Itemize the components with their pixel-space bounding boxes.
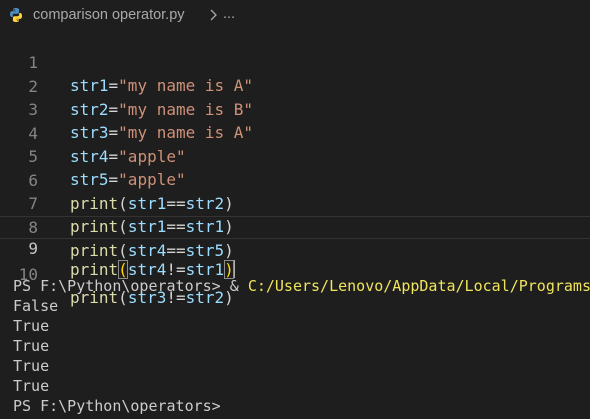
terminal-prompt: PS F:\Python\operators> <box>13 397 230 415</box>
code-line[interactable]: 8 print(str4==str5) <box>0 193 590 260</box>
terminal-output: True <box>13 337 50 355</box>
code-line[interactable]: 10 print(str3!=str2) <box>0 240 590 307</box>
terminal-output: True <box>13 357 50 375</box>
code-line[interactable]: 6 print(str1==str2) <box>0 146 590 213</box>
breadcrumb-file[interactable]: comparison operator.py <box>33 7 185 23</box>
code-line[interactable]: 4 str4="apple" <box>0 99 590 166</box>
code-line[interactable]: 1 str1="my name is A" <box>0 28 590 95</box>
terminal-output: False <box>13 297 59 315</box>
breadcrumb-more[interactable]: ... <box>223 6 235 22</box>
terminal-output: True <box>13 317 50 335</box>
code-line-current[interactable]: 9 print(str4!=str1) <box>0 216 590 279</box>
breadcrumb[interactable]: comparison operator.py ... <box>0 0 590 30</box>
terminal-output: True <box>13 377 50 395</box>
code-line[interactable]: 3 str3="my name is A" <box>0 75 590 142</box>
code-line[interactable]: 2 str2="my name is B" <box>0 52 590 119</box>
terminal-command-line: PS F:\Python\operators> & C:/Users/Lenov… <box>13 277 590 295</box>
command-path: C:/Users/Lenovo/AppData/Local/Programs <box>247 277 590 295</box>
python-file-icon <box>10 8 22 22</box>
code-line[interactable]: 5 str5="apple" <box>0 122 590 189</box>
code-line[interactable]: 7 print(str1==str1) <box>0 169 590 236</box>
chevron-right-icon <box>210 9 217 21</box>
terminal-panel[interactable]: PS F:\Python\operators> & C:/Users/Lenov… <box>0 272 590 419</box>
